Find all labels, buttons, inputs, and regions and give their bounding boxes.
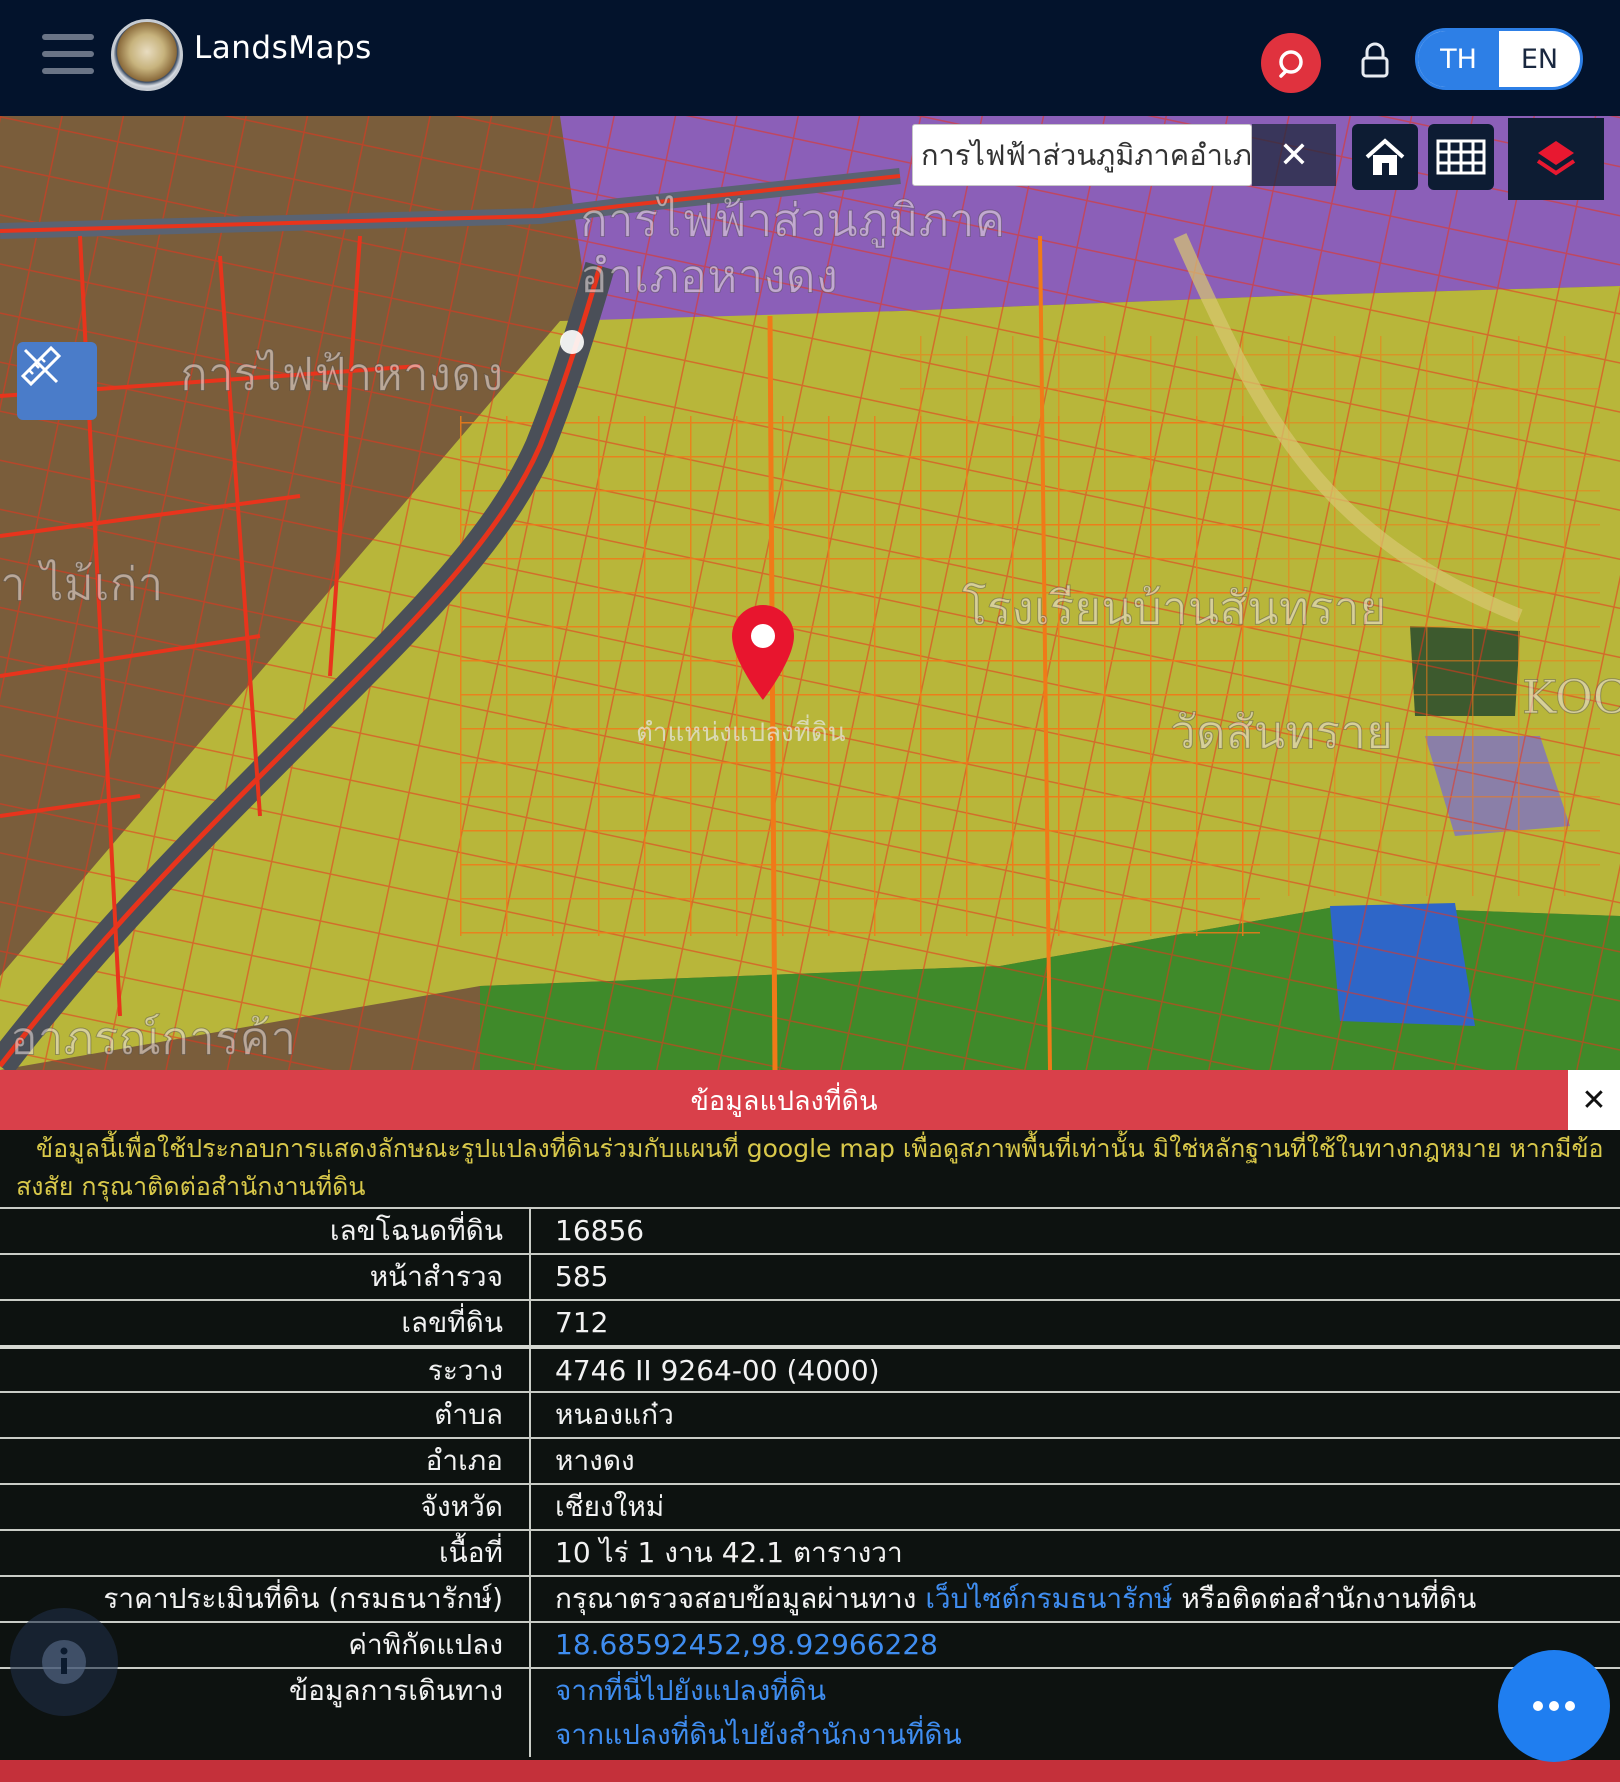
lang-th-option[interactable]: TH [1418,31,1499,87]
row-value: 585 [555,1260,609,1293]
map-label: อำเภอหางดง [579,249,839,304]
row-value: 10 ไร่ 1 งาน 42.1 ตารางวา [555,1536,903,1569]
search-button[interactable] [1261,33,1321,93]
map-label: การไฟฟ้าหางดง [179,347,504,402]
row-value: หางดง [555,1444,635,1477]
map-label: า ไม้เก่า [0,557,164,612]
home-icon [1365,138,1405,175]
row-label: ระวาง [0,1349,531,1391]
search-icon [1279,50,1303,78]
table-row: เนื้อที่ 10 ไร่ 1 งาน 42.1 ตารางวา [0,1529,1620,1575]
info-icon [42,1640,86,1684]
row-label: เลขโฉนดที่ดิน [0,1209,531,1253]
row-label: ตำบล [0,1393,531,1437]
lock-icon [1361,42,1389,78]
table-row: เลขที่ดิน 712 [0,1299,1620,1345]
row-label: เลขที่ดิน [0,1301,531,1345]
disclaimer-text: ข้อมูลนี้เพื่อใช้ประกอบการแสดงลักษณะรูปแ… [16,1134,1604,1201]
grid-button[interactable] [1428,124,1494,190]
row-label: หน้าสำรวจ [0,1255,531,1299]
row-label: จังหวัด [0,1485,531,1529]
measure-tool-button[interactable] [17,342,97,420]
brand-title: LandsMaps [194,30,372,66]
price-prefix: กรุณาตรวจสอบข้อมูลผ่านทาง [555,1582,917,1615]
layers-button[interactable] [1508,118,1604,200]
map-label: โรงเรียนบ้านสันทราย [962,581,1388,636]
row-value: 4746 II 9264-00 (4000) [555,1354,880,1387]
route-to-parcel-link[interactable]: จากที่นี่ไปยังแปลงที่ดิน [555,1669,1620,1713]
table-row: ข้อมูลการเดินทาง จากที่นี่ไปยังแปลงที่ดิ… [0,1667,1620,1757]
table-row: จังหวัด เชียงใหม่ [0,1483,1620,1529]
lock-button[interactable] [1355,40,1395,80]
clear-search-button[interactable]: ✕ [1252,124,1336,186]
coord-value: 18.68592452,98.92966228 [531,1623,1620,1667]
map-label: วัดสันทราย [1169,705,1394,760]
landsmaps-logo [111,19,183,91]
panel-footer-bar [0,1760,1620,1782]
more-options-button[interactable] [1498,1650,1610,1762]
marker-label: ตำแหน่งแปลงที่ดิน [636,718,846,748]
row-label: อำเภอ [0,1439,531,1483]
top-header: LandsMaps TH EN [0,0,1620,116]
table-row: เลขโฉนดที่ดิน 16856 [0,1207,1620,1253]
map-search-input[interactable]: การไฟฟ้าส่วนภูมิภาคอำเภ [912,124,1252,186]
row-value: เชียงใหม่ [555,1490,665,1523]
menu-icon[interactable] [42,34,94,74]
map-pin-icon[interactable] [728,602,798,702]
more-icon [1533,1701,1575,1711]
table-row: หน้าสำรวจ 585 [0,1253,1620,1299]
price-value: กรุณาตรวจสอบข้อมูลผ่านทาง เว็บไซต์กรมธนา… [531,1577,1620,1621]
lang-en-option[interactable]: EN [1499,31,1580,87]
coordinate-link[interactable]: 18.68592452,98.92966228 [555,1628,938,1661]
panel-close-button[interactable]: ✕ [1568,1070,1620,1130]
landsmaps-page: LandsMaps TH EN การไฟฟ้าส่วนภูมิภาค อำเภ… [0,0,1620,1782]
travel-value: จากที่นี่ไปยังแปลงที่ดิน จากแปลงที่ดินไป… [531,1669,1620,1757]
table-row: ราคาประเมินที่ดิน (กรมธนารักษ์) กรุณาตรว… [0,1575,1620,1621]
price-suffix: หรือติดต่อสำนักงานที่ดิน [1181,1582,1477,1615]
parcel-info-table: เลขโฉนดที่ดิน 16856 หน้าสำรวจ 585 เลขที่… [0,1207,1620,1757]
home-button[interactable] [1352,124,1418,190]
ruler-pencil-icon [20,345,62,387]
row-value: หนองแก๋ว [555,1398,674,1431]
panel-title: ข้อมูลแปลงที่ดิน [0,1070,1568,1130]
info-button[interactable] [10,1608,118,1716]
grid-icon [1436,139,1486,175]
route-to-office-link[interactable]: จากแปลงที่ดินไปยังสำนักงานที่ดิน [555,1713,1620,1757]
map-label: อาภรณ์การค้า [9,1011,297,1066]
table-row: อำเภอ หางดง [0,1437,1620,1483]
table-row: ตำบล หนองแก๋ว [0,1391,1620,1437]
map-label: KOC [1521,670,1620,725]
treasury-website-link[interactable]: เว็บไซต์กรมธนารักษ์ [925,1582,1172,1615]
row-label: เนื้อที่ [0,1531,531,1575]
layers-icon [1536,141,1576,176]
map-view[interactable]: การไฟฟ้าส่วนภูมิภาค อำเภอหางดง การไฟฟ้าห… [0,116,1620,1070]
row-value: 16856 [555,1214,645,1247]
language-toggle: TH EN [1415,28,1583,90]
table-row: ระวาง 4746 II 9264-00 (4000) [0,1345,1620,1391]
table-row: ค่าพิกัดแปลง 18.68592452,98.92966228 [0,1621,1620,1667]
row-value: 712 [555,1306,609,1339]
